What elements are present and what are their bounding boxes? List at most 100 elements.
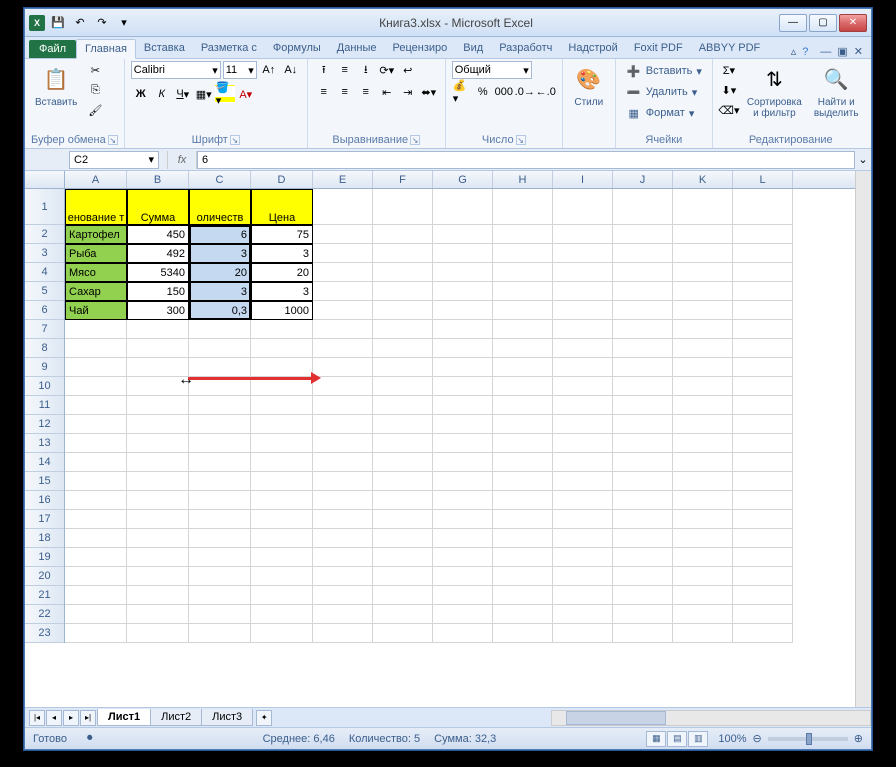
ribbon-tab-9[interactable]: Foxit PDF: [626, 39, 691, 58]
cell-B23[interactable]: [127, 624, 189, 643]
cell-J3[interactable]: [613, 244, 673, 263]
column-header-G[interactable]: G: [433, 171, 493, 188]
cell-D12[interactable]: [251, 415, 313, 434]
cell-F14[interactable]: [373, 453, 433, 472]
cell-A3[interactable]: Рыба: [65, 244, 127, 263]
cell-D1[interactable]: Цена: [251, 189, 313, 225]
cell-I21[interactable]: [553, 586, 613, 605]
cell-L17[interactable]: [733, 510, 793, 529]
cell-K16[interactable]: [673, 491, 733, 510]
cell-H3[interactable]: [493, 244, 553, 263]
zoom-slider[interactable]: [768, 737, 848, 741]
cell-G19[interactable]: [433, 548, 493, 567]
close-button[interactable]: ✕: [839, 14, 867, 32]
cell-I2[interactable]: [553, 225, 613, 244]
cell-K13[interactable]: [673, 434, 733, 453]
cell-F8[interactable]: [373, 339, 433, 358]
sheet-tab-0[interactable]: Лист1: [97, 709, 151, 726]
cell-C15[interactable]: [189, 472, 251, 491]
cell-B14[interactable]: [127, 453, 189, 472]
cell-E13[interactable]: [313, 434, 373, 453]
cell-D7[interactable]: [251, 320, 313, 339]
cell-G2[interactable]: [433, 225, 493, 244]
cell-K14[interactable]: [673, 453, 733, 472]
cell-D14[interactable]: [251, 453, 313, 472]
align-right-button[interactable]: ≡: [356, 83, 376, 101]
ribbon-tab-0[interactable]: Главная: [76, 39, 136, 59]
cell-F23[interactable]: [373, 624, 433, 643]
row-header-5[interactable]: 5: [25, 282, 64, 301]
ribbon-tab-10[interactable]: ABBYY PDF: [691, 39, 769, 58]
cell-G11[interactable]: [433, 396, 493, 415]
cell-D23[interactable]: [251, 624, 313, 643]
cell-L9[interactable]: [733, 358, 793, 377]
font-name-combo[interactable]: Calibri▾: [131, 61, 221, 79]
cell-A5[interactable]: Сахар: [65, 282, 127, 301]
cell-G3[interactable]: [433, 244, 493, 263]
cell-H17[interactable]: [493, 510, 553, 529]
cell-A6[interactable]: Чай: [65, 301, 127, 320]
cell-F19[interactable]: [373, 548, 433, 567]
cell-E2[interactable]: [313, 225, 373, 244]
cell-C16[interactable]: [189, 491, 251, 510]
cell-C14[interactable]: [189, 453, 251, 472]
cell-J6[interactable]: [613, 301, 673, 320]
cell-K22[interactable]: [673, 605, 733, 624]
cell-E21[interactable]: [313, 586, 373, 605]
cell-B4[interactable]: 5340: [127, 263, 189, 282]
cell-L5[interactable]: [733, 282, 793, 301]
row-header-21[interactable]: 21: [25, 586, 64, 605]
cell-F10[interactable]: [373, 377, 433, 396]
cell-I8[interactable]: [553, 339, 613, 358]
ribbon-tab-6[interactable]: Вид: [455, 39, 491, 58]
cell-H15[interactable]: [493, 472, 553, 491]
cell-F11[interactable]: [373, 396, 433, 415]
cell-C11[interactable]: [189, 396, 251, 415]
new-sheet-button[interactable]: ✦: [256, 710, 272, 726]
cell-A16[interactable]: [65, 491, 127, 510]
copy-button[interactable]: ⎘: [85, 81, 105, 99]
cell-J19[interactable]: [613, 548, 673, 567]
expand-formula-bar-icon[interactable]: ⌄: [855, 153, 871, 166]
cell-C7[interactable]: [189, 320, 251, 339]
cell-I11[interactable]: [553, 396, 613, 415]
cell-I4[interactable]: [553, 263, 613, 282]
cell-D11[interactable]: [251, 396, 313, 415]
column-header-E[interactable]: E: [313, 171, 373, 188]
cell-K11[interactable]: [673, 396, 733, 415]
row-header-23[interactable]: 23: [25, 624, 64, 643]
cell-L2[interactable]: [733, 225, 793, 244]
cell-D21[interactable]: [251, 586, 313, 605]
cell-J16[interactable]: [613, 491, 673, 510]
cell-C3[interactable]: 3: [189, 244, 251, 263]
cell-B3[interactable]: 492: [127, 244, 189, 263]
font-color-button[interactable]: A▾: [236, 85, 256, 103]
help-icon[interactable]: ?: [802, 46, 808, 58]
cell-L21[interactable]: [733, 586, 793, 605]
cell-E17[interactable]: [313, 510, 373, 529]
find-select-button[interactable]: 🔍 Найти и выделить: [810, 61, 863, 121]
cell-G23[interactable]: [433, 624, 493, 643]
fx-label[interactable]: fx: [167, 151, 197, 169]
cell-I6[interactable]: [553, 301, 613, 320]
align-middle-button[interactable]: ≡: [335, 61, 355, 79]
cell-A19[interactable]: [65, 548, 127, 567]
cell-E19[interactable]: [313, 548, 373, 567]
ribbon-tab-3[interactable]: Формулы: [265, 39, 329, 58]
undo-button[interactable]: ↶: [71, 14, 89, 32]
cell-H5[interactable]: [493, 282, 553, 301]
cell-A22[interactable]: [65, 605, 127, 624]
cell-B13[interactable]: [127, 434, 189, 453]
align-bottom-button[interactable]: ⭳: [356, 61, 376, 79]
cell-G16[interactable]: [433, 491, 493, 510]
cell-D22[interactable]: [251, 605, 313, 624]
cell-A11[interactable]: [65, 396, 127, 415]
cell-K3[interactable]: [673, 244, 733, 263]
cell-D6[interactable]: 1000: [251, 301, 313, 320]
cell-E8[interactable]: [313, 339, 373, 358]
cell-L15[interactable]: [733, 472, 793, 491]
cell-I7[interactable]: [553, 320, 613, 339]
cell-G13[interactable]: [433, 434, 493, 453]
cell-L22[interactable]: [733, 605, 793, 624]
cell-A7[interactable]: [65, 320, 127, 339]
